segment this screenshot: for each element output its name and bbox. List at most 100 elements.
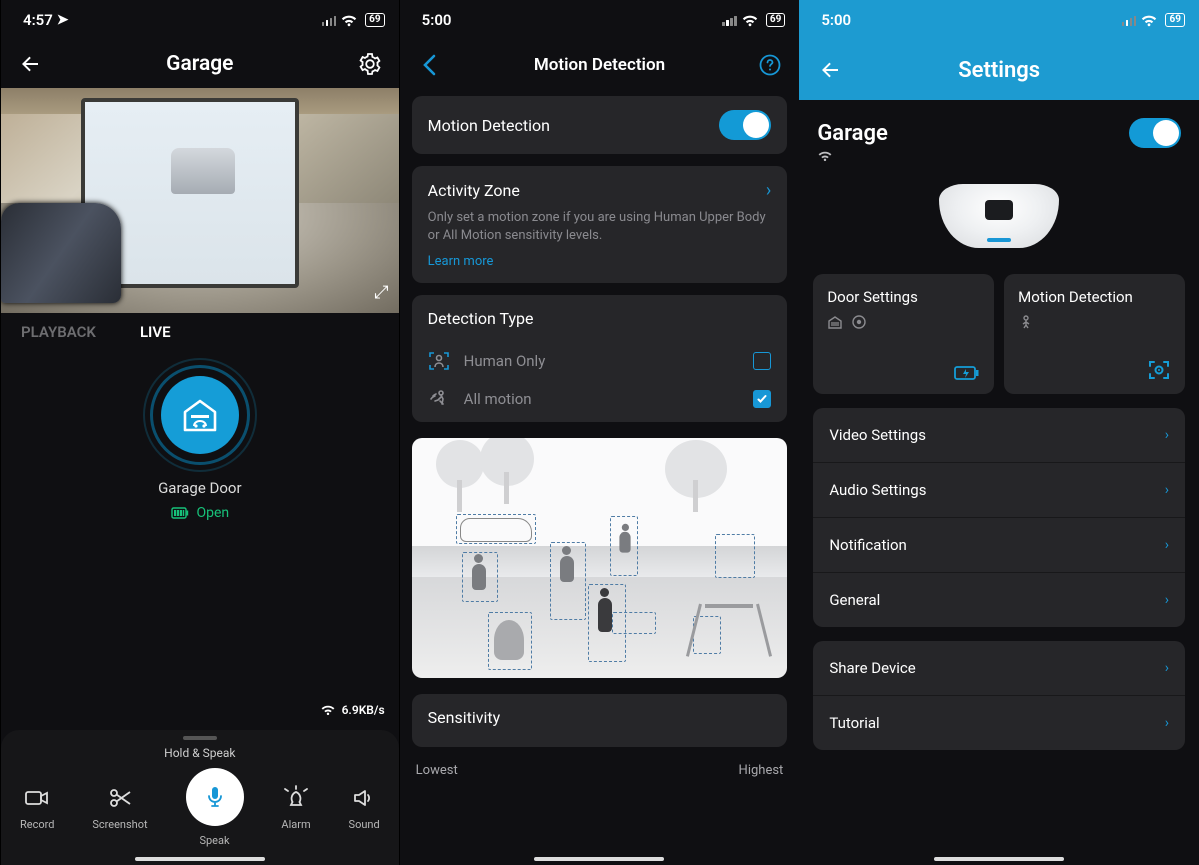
page-title: Garage — [45, 52, 355, 76]
sensitivity-card: Sensitivity — [412, 694, 788, 747]
row-audio-settings[interactable]: Audio Settings› — [813, 463, 1185, 518]
clock: 4:57 — [23, 11, 53, 29]
device-name: Garage — [817, 121, 888, 146]
battery-charge-icon — [954, 364, 980, 382]
settings-list-1: Video Settings› Audio Settings› Notifica… — [813, 408, 1185, 627]
learn-more-link[interactable]: Learn more — [428, 254, 772, 269]
home-indicator[interactable] — [934, 857, 1064, 861]
header: Motion Detection — [400, 40, 800, 90]
clock: 5:00 — [422, 11, 452, 29]
page-title: Motion Detection — [444, 55, 756, 75]
chevron-right-icon: › — [766, 180, 771, 201]
alarm-icon — [282, 784, 310, 812]
row-tutorial[interactable]: Tutorial› — [813, 696, 1185, 750]
status-bar: 5:00 69 — [400, 0, 800, 40]
hold-speak-label: Hold & Speak — [1, 746, 399, 760]
option-all-motion[interactable]: All motion — [428, 380, 772, 418]
settings-button[interactable] — [355, 49, 385, 79]
row-video-settings[interactable]: Video Settings› — [813, 408, 1185, 463]
checkbox-checked-icon — [753, 390, 771, 408]
back-button[interactable] — [414, 50, 444, 80]
sensitivity-range-labels: Lowest Highest — [400, 753, 800, 778]
device-row: Garage — [799, 100, 1199, 150]
device-image — [799, 184, 1199, 248]
battery-icon: 69 — [1165, 13, 1184, 27]
activity-zone-desc: Only set a motion zone if you are using … — [428, 209, 772, 244]
live-video[interactable]: eufy ⤢ — [1, 88, 399, 313]
door-status-text: Open — [197, 505, 230, 521]
battery-icon: 69 — [766, 13, 785, 27]
chevron-right-icon: › — [1165, 592, 1169, 608]
garage-small-icon — [827, 314, 843, 330]
chevron-right-icon: › — [1165, 715, 1169, 731]
phone-garage-live: 4:57 ➤ 69 Garage eufy ⤢ PLAYBAC — [0, 0, 400, 865]
bottom-panel: Hold & Speak Record Screenshot Speak Ala… — [1, 730, 399, 865]
motion-detection-label: Motion Detection — [428, 116, 550, 135]
tile-door-settings[interactable]: Door Settings — [813, 274, 994, 394]
page-title: Settings — [845, 58, 1153, 83]
cell-signal-icon — [722, 14, 737, 26]
motion-icon — [428, 388, 450, 410]
activity-zone-card[interactable]: Activity Zone › Only set a motion zone i… — [412, 166, 788, 283]
microphone-icon — [202, 784, 228, 810]
clock: 5:00 — [821, 11, 851, 29]
home-indicator[interactable] — [135, 857, 265, 861]
wifi-icon — [741, 14, 759, 27]
option-human-only[interactable]: Human Only — [428, 342, 772, 380]
feature-tiles: Door Settings Motion Detection — [799, 274, 1199, 394]
back-button[interactable] — [15, 49, 45, 79]
record-small-icon — [851, 314, 867, 330]
human-scan-icon — [428, 350, 450, 372]
phone-motion-detection: 5:00 69 Motion Detection Motion Detectio… — [400, 0, 800, 865]
detection-illustration — [412, 438, 788, 678]
home-indicator[interactable] — [534, 857, 664, 861]
record-icon — [23, 784, 51, 812]
tab-live[interactable]: LIVE — [140, 323, 171, 341]
back-button[interactable] — [815, 55, 845, 85]
settings-list-2: Share Device› Tutorial› — [813, 641, 1185, 750]
sound-button[interactable]: Sound — [349, 784, 380, 831]
alarm-button[interactable]: Alarm — [281, 784, 310, 831]
door-status: Open — [1, 505, 399, 521]
checkbox-unchecked-icon — [753, 352, 771, 370]
wifi-icon — [340, 14, 358, 27]
status-bar: 4:57 ➤ 69 — [1, 0, 399, 40]
motion-detection-toggle[interactable] — [719, 110, 771, 140]
chevron-right-icon: › — [1165, 537, 1169, 553]
view-tabs: PLAYBACK LIVE — [1, 313, 399, 345]
person-small-icon — [1018, 314, 1034, 330]
door-control-button[interactable] — [150, 365, 250, 465]
door-label: Garage Door — [1, 479, 399, 497]
row-general[interactable]: General› — [813, 573, 1185, 627]
row-notification[interactable]: Notification› — [813, 518, 1185, 573]
expand-icon[interactable]: ⤢ — [374, 282, 388, 303]
battery-full-icon — [171, 507, 189, 519]
device-enabled-toggle[interactable] — [1129, 118, 1181, 148]
tab-playback[interactable]: PLAYBACK — [21, 323, 96, 341]
battery-icon: 69 — [365, 13, 384, 27]
bitrate-indicator: 6.9KB/s — [320, 703, 385, 717]
chevron-right-icon: › — [1165, 660, 1169, 676]
wifi-status-icon — [799, 150, 1199, 162]
phone-settings: 5:00 69 Settings Garage Door Settings — [799, 0, 1199, 865]
sensitivity-title: Sensitivity — [428, 708, 772, 727]
tile-motion-detection[interactable]: Motion Detection — [1004, 274, 1185, 394]
location-icon: ➤ — [57, 12, 69, 28]
activity-zone-title: Activity Zone — [428, 181, 520, 200]
chevron-right-icon: › — [1165, 427, 1169, 443]
scissors-icon — [106, 784, 134, 812]
detection-type-card: Detection Type Human Only All motion — [412, 295, 788, 422]
panel-grabber[interactable] — [183, 736, 217, 740]
wifi-icon — [320, 704, 336, 716]
header: Garage — [1, 40, 399, 88]
detection-type-title: Detection Type — [428, 309, 772, 328]
scan-icon — [1147, 358, 1171, 382]
row-share-device[interactable]: Share Device› — [813, 641, 1185, 696]
screenshot-button[interactable]: Screenshot — [92, 784, 147, 831]
cell-signal-icon — [322, 14, 337, 26]
chevron-right-icon: › — [1165, 482, 1169, 498]
record-button[interactable]: Record — [20, 784, 54, 831]
speak-button[interactable]: Speak — [186, 768, 244, 847]
help-button[interactable] — [755, 50, 785, 80]
speaker-icon — [350, 784, 378, 812]
